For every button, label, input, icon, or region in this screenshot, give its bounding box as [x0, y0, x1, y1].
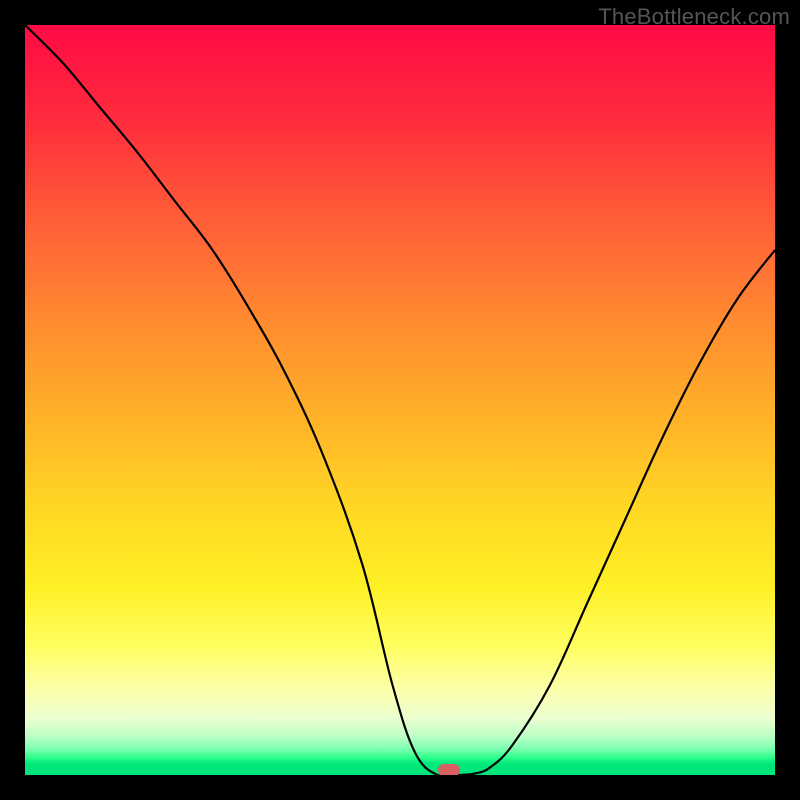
chart-frame: TheBottleneck.com	[0, 0, 800, 800]
minimum-marker	[438, 764, 460, 775]
bottleneck-curve	[25, 25, 775, 775]
watermark-text: TheBottleneck.com	[598, 4, 790, 30]
plot-area	[25, 25, 775, 775]
